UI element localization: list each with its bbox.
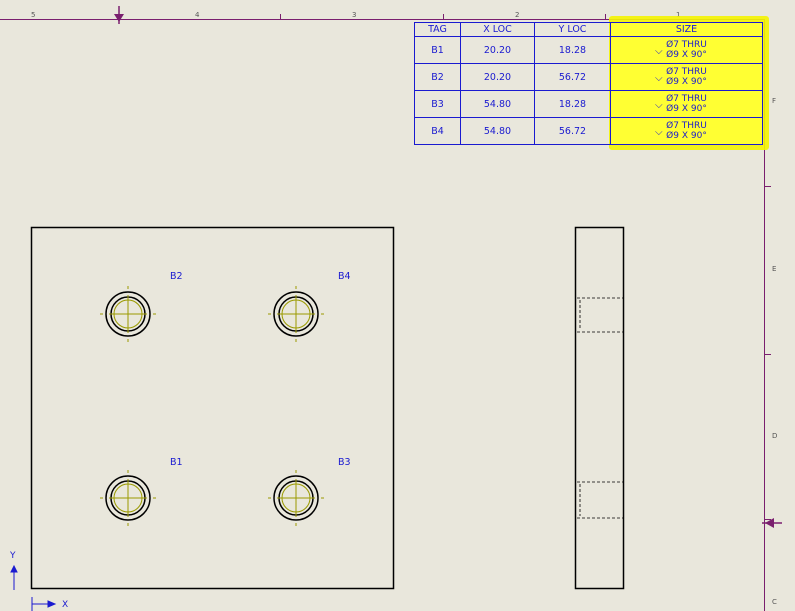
hole-label-b4: B4 [338, 271, 351, 282]
hole-b4[interactable] [268, 286, 324, 342]
origin-y-label: Y [10, 551, 16, 561]
hole-b3[interactable] [268, 470, 324, 526]
side-view-hidden-hole-top [577, 297, 623, 333]
hole-label-b2: B2 [170, 271, 183, 282]
side-view-hidden-hole-bottom [577, 481, 623, 519]
side-view-outline[interactable] [574, 226, 625, 590]
hole-b1[interactable] [100, 470, 156, 526]
origin-x-label: X [62, 600, 69, 610]
hole-label-b1: B1 [170, 457, 183, 468]
hole-label-b3: B3 [338, 457, 351, 468]
hole-b2[interactable] [100, 286, 156, 342]
drawing-views[interactable] [0, 0, 795, 611]
